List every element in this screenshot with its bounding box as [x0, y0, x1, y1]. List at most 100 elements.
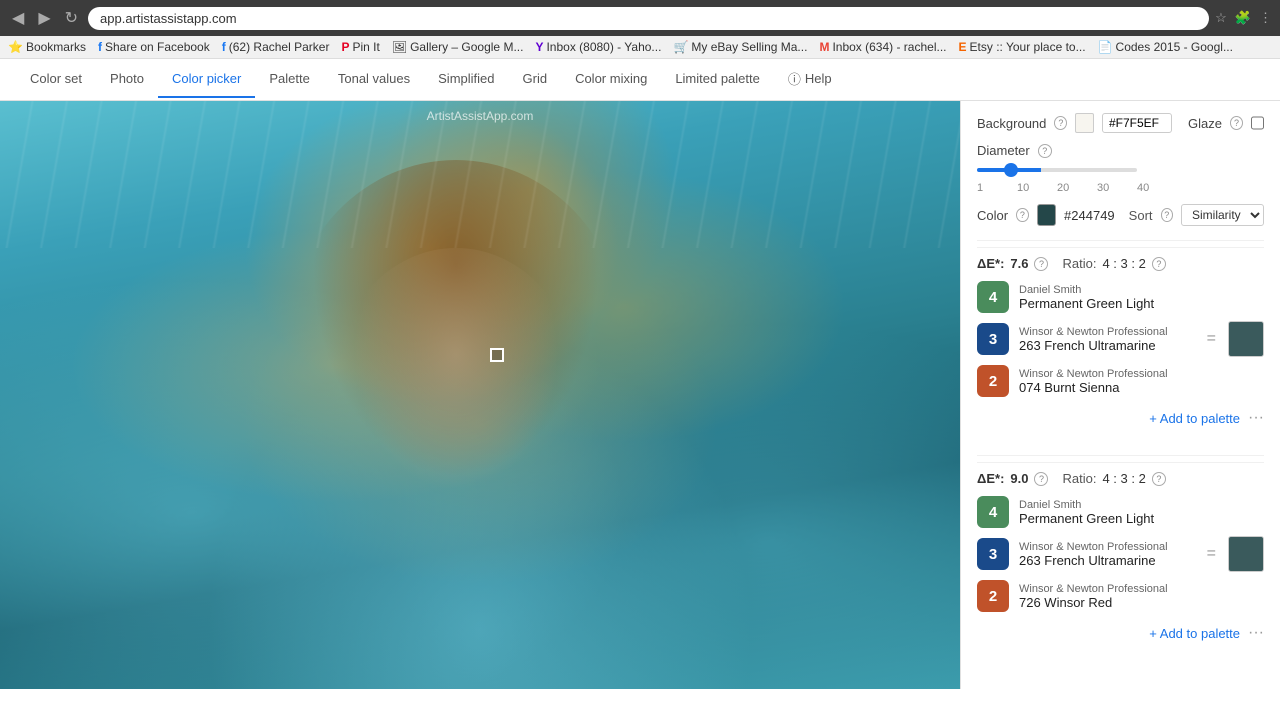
- nav-tonal-values[interactable]: Tonal values: [324, 61, 424, 98]
- delta-label-2: ΔE*:: [977, 471, 1004, 486]
- main-container: ArtistAssistApp.com Background ? Glaze ?…: [0, 101, 1280, 689]
- bookmark-bookmarks[interactable]: ⭐ Bookmarks: [8, 40, 86, 54]
- background-label: Background: [977, 116, 1046, 131]
- slider-labels: 1 10 20 30 40: [977, 182, 1264, 194]
- nav-help[interactable]: ⓘ Help: [774, 59, 846, 100]
- nav-grid[interactable]: Grid: [509, 61, 562, 98]
- paint-brand-1-1: Daniel Smith: [1019, 284, 1264, 296]
- background-hex-input[interactable]: [1102, 113, 1172, 133]
- sort-info-icon[interactable]: ?: [1161, 208, 1173, 222]
- background-color-swatch[interactable]: [1075, 113, 1094, 133]
- paint-card-2-2: 3 Winsor & Newton Professional 263 Frenc…: [977, 536, 1264, 572]
- add-palette-button-2[interactable]: + Add to palette: [1149, 626, 1240, 641]
- paint-card-1-1: 4 Daniel Smith Permanent Green Light: [977, 281, 1264, 313]
- ratio-value-2: 4 : 3 : 2: [1102, 471, 1145, 486]
- right-panel: Background ? Glaze ? Diameter ? 1 10 20 …: [960, 101, 1280, 689]
- slider-row: [977, 168, 1264, 172]
- refresh-button[interactable]: ↻: [61, 6, 82, 30]
- help-circle-icon: ⓘ: [788, 69, 801, 88]
- url-bar[interactable]: app.artistassistapp.com: [88, 7, 1209, 30]
- extensions-icon[interactable]: 🧩: [1235, 10, 1251, 26]
- delta-info-icon-1[interactable]: ?: [1034, 257, 1048, 271]
- ratio-label-2: Ratio:: [1062, 471, 1096, 486]
- equals-1-2: =: [1207, 330, 1216, 348]
- paint-info-2-1: Daniel Smith Permanent Green Light: [1019, 499, 1264, 526]
- paint-badge-1-1: 4: [977, 281, 1009, 313]
- photo-canvas[interactable]: ArtistAssistApp.com: [0, 101, 960, 689]
- background-info-icon[interactable]: ?: [1054, 116, 1067, 130]
- paint-badge-2-1: 4: [977, 496, 1009, 528]
- paint-name-1-1: Permanent Green Light: [1019, 296, 1264, 311]
- mix-preview-2: [1228, 536, 1264, 572]
- bookmark-ebay[interactable]: 🛒 My eBay Selling Ma...: [673, 40, 807, 54]
- paint-info-1-1: Daniel Smith Permanent Green Light: [1019, 284, 1264, 311]
- bookmark-gallery[interactable]: 🖼 Gallery – Google M...: [392, 40, 524, 54]
- bookmark-star-icon: ⭐: [8, 40, 23, 54]
- delta-value-2: 9.0: [1010, 471, 1028, 486]
- paint-name-1-3: 074 Burnt Sienna: [1019, 380, 1264, 395]
- codes-icon: 📄: [1098, 40, 1113, 54]
- nav-color-set[interactable]: Color set: [16, 61, 96, 98]
- paint-name-2-2: 263 French Ultramarine: [1019, 553, 1195, 568]
- menu-icon[interactable]: ⋮: [1259, 10, 1272, 26]
- bookmark-pinterest[interactable]: P Pin It: [341, 40, 379, 54]
- glaze-label: Glaze: [1188, 116, 1222, 131]
- nav-color-picker[interactable]: Color picker: [158, 61, 255, 98]
- color-info-icon[interactable]: ?: [1016, 208, 1028, 222]
- more-options-button-2[interactable]: ···: [1248, 624, 1264, 642]
- nav-palette[interactable]: Palette: [255, 61, 323, 98]
- paint-brand-2-1: Daniel Smith: [1019, 499, 1264, 511]
- delta-label-1: ΔE*:: [977, 256, 1004, 271]
- sort-select[interactable]: Similarity Name Brand Hue: [1181, 204, 1264, 226]
- paint-info-2-2: Winsor & Newton Professional 263 French …: [1019, 541, 1195, 568]
- ratio-info-icon-2[interactable]: ?: [1152, 472, 1166, 486]
- ebay-icon: 🛒: [673, 40, 688, 54]
- bookmark-rachel[interactable]: f (62) Rachel Parker: [222, 40, 330, 54]
- nav-limited-palette[interactable]: Limited palette: [661, 61, 774, 98]
- paint-info-1-3: Winsor & Newton Professional 074 Burnt S…: [1019, 368, 1264, 395]
- paint-card-1-2: 3 Winsor & Newton Professional 263 Frenc…: [977, 321, 1264, 357]
- back-button[interactable]: ◀: [8, 6, 28, 30]
- yahoo-icon: Y: [535, 40, 543, 54]
- glaze-checkbox[interactable]: [1251, 116, 1264, 130]
- nav-simplified[interactable]: Simplified: [424, 61, 508, 98]
- delta-info-icon-2[interactable]: ?: [1034, 472, 1048, 486]
- add-palette-button-1[interactable]: + Add to palette: [1149, 411, 1240, 426]
- more-options-button-1[interactable]: ···: [1248, 409, 1264, 427]
- gmail-icon: M: [819, 40, 829, 54]
- gallery-icon: 🖼: [392, 40, 407, 54]
- glaze-info-icon[interactable]: ?: [1230, 116, 1243, 130]
- delta-value-1: 7.6: [1010, 256, 1028, 271]
- forward-button[interactable]: ▶: [34, 6, 54, 30]
- diameter-slider[interactable]: [977, 168, 1137, 172]
- mix-header-2: ΔE*: 9.0 ? Ratio: 4 : 3 : 2 ?: [977, 471, 1264, 486]
- paint-info-1-2: Winsor & Newton Professional 263 French …: [1019, 326, 1195, 353]
- mix-section-1: ΔE*: 7.6 ? Ratio: 4 : 3 : 2 ? 4 Daniel S…: [977, 247, 1264, 439]
- bookmark-yahoo[interactable]: Y Inbox (8080) - Yaho...: [535, 40, 661, 54]
- bookmark-codes[interactable]: 📄 Codes 2015 - Googl...: [1098, 40, 1233, 54]
- url-text: app.artistassistapp.com: [100, 11, 237, 26]
- paint-brand-1-2: Winsor & Newton Professional: [1019, 326, 1195, 338]
- background-row: Background ? Glaze ?: [977, 113, 1264, 133]
- pinterest-icon: P: [341, 40, 349, 54]
- paint-name-2-3: 726 Winsor Red: [1019, 595, 1264, 610]
- ratio-info-icon-1[interactable]: ?: [1152, 257, 1166, 271]
- nav-color-mixing[interactable]: Color mixing: [561, 61, 661, 98]
- paint-badge-1-2: 3: [977, 323, 1009, 355]
- facebook-icon: f: [98, 40, 102, 54]
- sort-label: Sort: [1129, 208, 1153, 223]
- diameter-info-icon[interactable]: ?: [1038, 144, 1052, 158]
- browser-icons: ☆ 🧩 ⋮: [1215, 10, 1272, 26]
- paint-badge-2-3: 2: [977, 580, 1009, 612]
- bookmark-star-icon[interactable]: ☆: [1215, 10, 1227, 26]
- bookmark-etsy[interactable]: E Etsy :: Your place to...: [959, 40, 1086, 54]
- bookmark-facebook[interactable]: f Share on Facebook: [98, 40, 210, 54]
- image-area[interactable]: ArtistAssistApp.com: [0, 101, 960, 689]
- bookmark-gmail[interactable]: M Inbox (634) - rachel...: [819, 40, 946, 54]
- paint-name-1-2: 263 French Ultramarine: [1019, 338, 1195, 353]
- nav-photo[interactable]: Photo: [96, 61, 158, 98]
- mix-preview-1: [1228, 321, 1264, 357]
- mix-header-1: ΔE*: 7.6 ? Ratio: 4 : 3 : 2 ?: [977, 256, 1264, 271]
- paint-card-2-3: 2 Winsor & Newton Professional 726 Winso…: [977, 580, 1264, 612]
- color-swatch-main[interactable]: [1037, 204, 1056, 226]
